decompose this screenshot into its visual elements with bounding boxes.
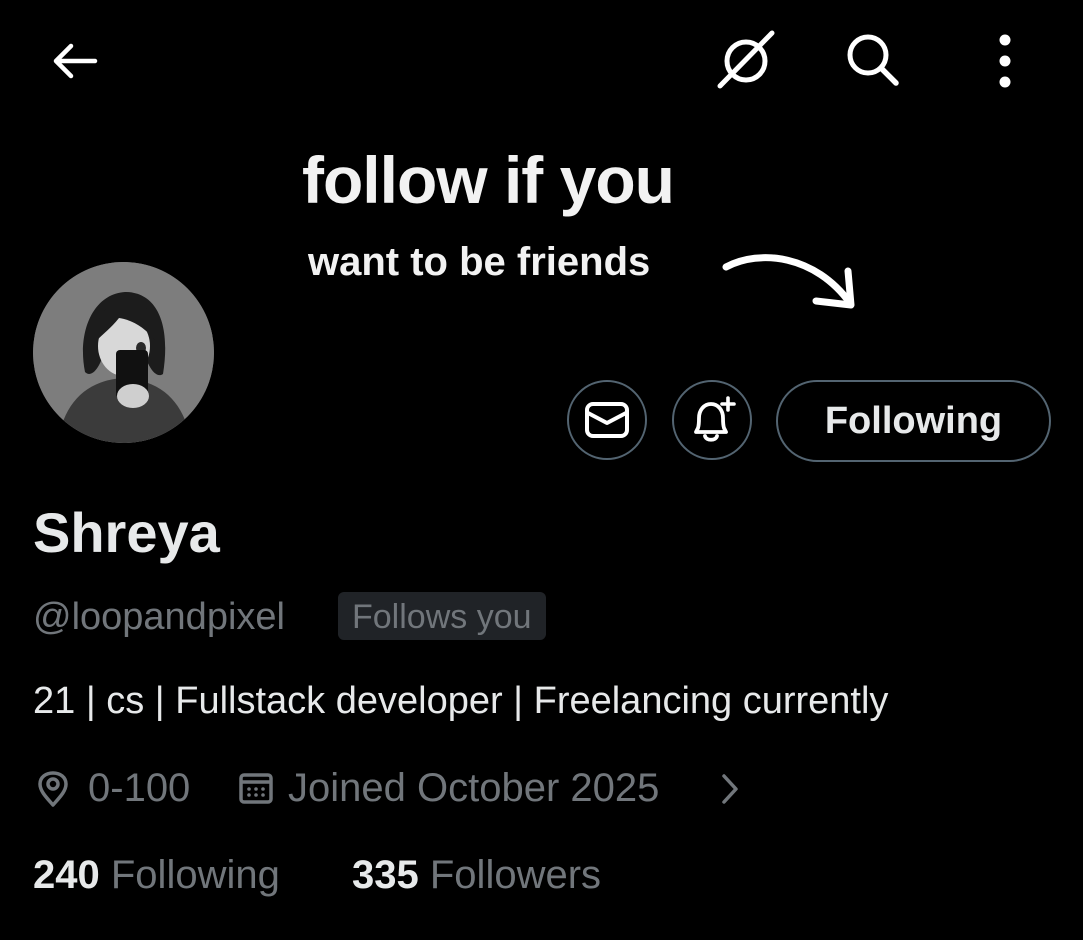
- more-vertical-icon: [999, 34, 1011, 88]
- bio: 21 | cs | Fullstack developer | Freelanc…: [33, 680, 889, 722]
- chevron-right-icon[interactable]: [718, 772, 742, 806]
- following-label: Following: [110, 853, 280, 897]
- back-button[interactable]: [44, 36, 104, 86]
- bell-plus-icon: [694, 396, 736, 442]
- location-icon: [38, 771, 68, 807]
- message-button[interactable]: [567, 380, 647, 460]
- followers-count: 335: [352, 853, 419, 897]
- search-icon: [847, 34, 899, 86]
- location-text: 0-100: [88, 766, 191, 810]
- banner-subline: want to be friends: [308, 240, 651, 284]
- calendar-icon: [239, 773, 273, 804]
- handle: @loopandpixel: [33, 596, 285, 638]
- slashed-circle-icon: [717, 30, 775, 89]
- curved-arrow-icon: [722, 254, 855, 309]
- banner-headline: follow if you: [302, 143, 675, 217]
- arrow-left-icon: [53, 43, 98, 79]
- avatar[interactable]: [33, 262, 214, 443]
- following-count: 240: [33, 853, 100, 897]
- notifications-button[interactable]: [672, 380, 752, 460]
- follows-you-badge: Follows you: [338, 592, 546, 640]
- avatar-illustration: [33, 262, 214, 443]
- followers-count-link[interactable]: 335 Followers: [352, 853, 601, 898]
- followers-label: Followers: [429, 853, 602, 897]
- grok-button[interactable]: [712, 28, 780, 90]
- search-button[interactable]: [840, 28, 904, 90]
- following-count-link[interactable]: 240 Following: [33, 853, 280, 898]
- display-name: Shreya: [33, 501, 220, 564]
- following-button[interactable]: Following: [776, 380, 1051, 462]
- more-button[interactable]: [985, 30, 1025, 90]
- joined-text: Joined October 2025: [288, 766, 660, 810]
- mail-icon: [585, 402, 629, 438]
